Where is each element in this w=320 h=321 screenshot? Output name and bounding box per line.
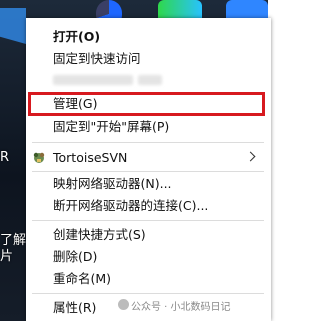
- menu-item-label: 固定到快速访问: [53, 51, 141, 66]
- tortoise-svn-icon: [33, 152, 45, 163]
- menu-separator: [32, 171, 264, 172]
- menu-item-label: 属性(R): [53, 300, 97, 315]
- menu-item-pin-start[interactable]: 固定到"开始"屏幕(P): [26, 116, 271, 138]
- menu-item-label: 创建快捷方式(S): [53, 227, 146, 242]
- watermark-text: 公众号 · 小北数码日记: [131, 302, 231, 313]
- menu-item-label: TortoiseSVN: [53, 150, 128, 165]
- menu-separator: [32, 293, 264, 294]
- menu-item-tortoisesvn[interactable]: TortoiseSVN: [26, 147, 271, 169]
- menu-item-label: 映射网络驱动器(N)...: [53, 176, 172, 191]
- menu-item-label: 固定到"开始"屏幕(P): [53, 119, 170, 134]
- desktop-shortcut-icon[interactable]: [0, 8, 26, 44]
- desktop-icon-label-partial: R: [0, 150, 10, 165]
- menu-item-label: 删除(D): [53, 249, 98, 264]
- menu-item-label: 重命名(M): [53, 271, 112, 286]
- menu-item-open[interactable]: 打开(O): [26, 26, 271, 48]
- menu-item-disconnect-network-drive[interactable]: 断开网络驱动器的连接(C)...: [26, 195, 271, 217]
- menu-item-delete[interactable]: 删除(D): [26, 246, 271, 268]
- menu-item-pin-quick-access[interactable]: 固定到快速访问: [26, 48, 271, 70]
- menu-item-rename[interactable]: 重命名(M): [26, 268, 271, 290]
- desktop-icon-label-bottom: 了解 片: [0, 233, 27, 264]
- highlight-box: [28, 92, 265, 116]
- menu-item-map-network-drive[interactable]: 映射网络驱动器(N)...: [26, 173, 271, 195]
- blurred-item: [138, 75, 162, 85]
- menu-separator: [32, 142, 264, 143]
- wechat-icon: [118, 299, 129, 310]
- menu-item-label: 打开(O): [53, 29, 101, 44]
- context-menu: 打开(O) 固定到快速访问 管理(G) 固定到"开始"屏幕(P) Tortois…: [26, 18, 271, 321]
- menu-item-create-shortcut[interactable]: 创建快捷方式(S): [26, 224, 271, 246]
- blurred-item: [53, 75, 133, 85]
- menu-item-label: 断开网络驱动器的连接(C)...: [53, 198, 209, 213]
- chevron-right-icon: [245, 151, 256, 162]
- menu-separator: [32, 220, 264, 221]
